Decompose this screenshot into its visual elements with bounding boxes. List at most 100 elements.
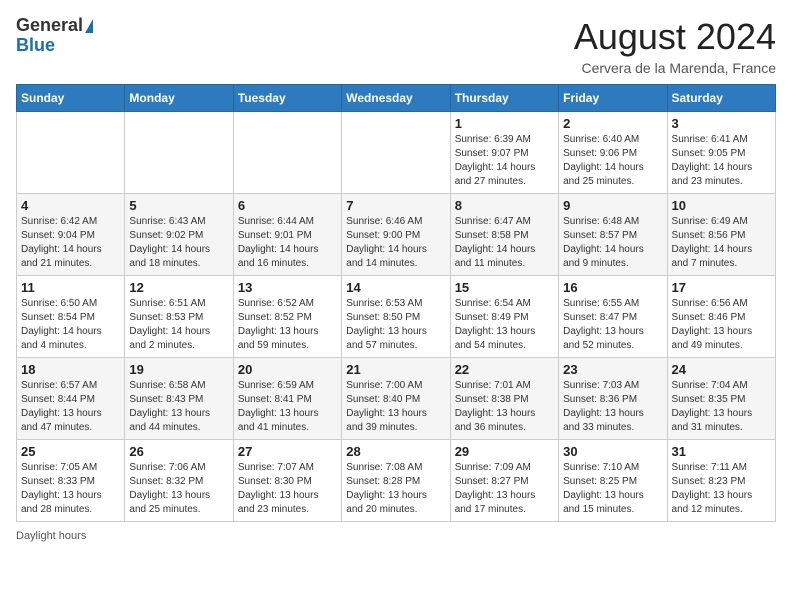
day-number: 6 (238, 198, 337, 213)
day-detail: Sunrise: 6:59 AM Sunset: 8:41 PM Dayligh… (238, 379, 337, 435)
day-number: 10 (672, 198, 771, 213)
day-number: 30 (563, 444, 662, 459)
calendar-cell: 20 Sunrise: 6:59 AM Sunset: 8:41 PM Dayl… (233, 358, 341, 440)
day-detail: Sunrise: 6:50 AM Sunset: 8:54 PM Dayligh… (21, 297, 120, 353)
daylight-label: Daylight hours (16, 530, 86, 542)
calendar-cell: 5 Sunrise: 6:43 AM Sunset: 9:02 PM Dayli… (125, 194, 233, 276)
calendar-cell: 29 Sunrise: 7:09 AM Sunset: 8:27 PM Dayl… (450, 440, 558, 522)
calendar-cell: 3 Sunrise: 6:41 AM Sunset: 9:05 PM Dayli… (667, 112, 775, 194)
week-row-3: 11 Sunrise: 6:50 AM Sunset: 8:54 PM Dayl… (17, 276, 776, 358)
weekday-header-thursday: Thursday (450, 85, 558, 112)
day-detail: Sunrise: 7:08 AM Sunset: 8:28 PM Dayligh… (346, 461, 445, 517)
day-number: 21 (346, 362, 445, 377)
day-number: 2 (563, 116, 662, 131)
day-detail: Sunrise: 6:41 AM Sunset: 9:05 PM Dayligh… (672, 133, 771, 189)
day-number: 28 (346, 444, 445, 459)
day-number: 18 (21, 362, 120, 377)
day-detail: Sunrise: 6:40 AM Sunset: 9:06 PM Dayligh… (563, 133, 662, 189)
day-number: 20 (238, 362, 337, 377)
calendar-cell: 21 Sunrise: 7:00 AM Sunset: 8:40 PM Dayl… (342, 358, 450, 440)
calendar-cell: 2 Sunrise: 6:40 AM Sunset: 9:06 PM Dayli… (559, 112, 667, 194)
calendar-cell: 24 Sunrise: 7:04 AM Sunset: 8:35 PM Dayl… (667, 358, 775, 440)
day-number: 26 (129, 444, 228, 459)
calendar-cell: 8 Sunrise: 6:47 AM Sunset: 8:58 PM Dayli… (450, 194, 558, 276)
location-title: Cervera de la Marenda, France (574, 60, 776, 76)
day-number: 24 (672, 362, 771, 377)
day-number: 13 (238, 280, 337, 295)
calendar-cell: 15 Sunrise: 6:54 AM Sunset: 8:49 PM Dayl… (450, 276, 558, 358)
day-detail: Sunrise: 7:00 AM Sunset: 8:40 PM Dayligh… (346, 379, 445, 435)
day-number: 16 (563, 280, 662, 295)
day-number: 22 (455, 362, 554, 377)
weekday-header-friday: Friday (559, 85, 667, 112)
day-detail: Sunrise: 6:42 AM Sunset: 9:04 PM Dayligh… (21, 215, 120, 271)
day-number: 11 (21, 280, 120, 295)
weekday-header-row: SundayMondayTuesdayWednesdayThursdayFrid… (17, 85, 776, 112)
day-detail: Sunrise: 7:03 AM Sunset: 8:36 PM Dayligh… (563, 379, 662, 435)
calendar-cell (17, 112, 125, 194)
calendar-cell: 23 Sunrise: 7:03 AM Sunset: 8:36 PM Dayl… (559, 358, 667, 440)
calendar-table: SundayMondayTuesdayWednesdayThursdayFrid… (16, 84, 776, 522)
day-detail: Sunrise: 7:07 AM Sunset: 8:30 PM Dayligh… (238, 461, 337, 517)
day-detail: Sunrise: 7:04 AM Sunset: 8:35 PM Dayligh… (672, 379, 771, 435)
day-number: 19 (129, 362, 228, 377)
day-detail: Sunrise: 7:11 AM Sunset: 8:23 PM Dayligh… (672, 461, 771, 517)
header: General Blue August 2024 Cervera de la M… (16, 16, 776, 76)
day-detail: Sunrise: 7:01 AM Sunset: 8:38 PM Dayligh… (455, 379, 554, 435)
day-number: 29 (455, 444, 554, 459)
logo-triangle-icon (85, 19, 93, 33)
calendar-cell: 17 Sunrise: 6:56 AM Sunset: 8:46 PM Dayl… (667, 276, 775, 358)
weekday-header-monday: Monday (125, 85, 233, 112)
day-detail: Sunrise: 6:44 AM Sunset: 9:01 PM Dayligh… (238, 215, 337, 271)
day-detail: Sunrise: 6:54 AM Sunset: 8:49 PM Dayligh… (455, 297, 554, 353)
logo: General Blue (16, 16, 93, 56)
day-detail: Sunrise: 6:55 AM Sunset: 8:47 PM Dayligh… (563, 297, 662, 353)
day-number: 27 (238, 444, 337, 459)
day-number: 23 (563, 362, 662, 377)
day-number: 7 (346, 198, 445, 213)
day-number: 14 (346, 280, 445, 295)
day-number: 1 (455, 116, 554, 131)
day-detail: Sunrise: 6:58 AM Sunset: 8:43 PM Dayligh… (129, 379, 228, 435)
calendar-cell: 10 Sunrise: 6:49 AM Sunset: 8:56 PM Dayl… (667, 194, 775, 276)
day-detail: Sunrise: 6:43 AM Sunset: 9:02 PM Dayligh… (129, 215, 228, 271)
calendar-cell: 9 Sunrise: 6:48 AM Sunset: 8:57 PM Dayli… (559, 194, 667, 276)
weekday-header-sunday: Sunday (17, 85, 125, 112)
calendar-cell: 19 Sunrise: 6:58 AM Sunset: 8:43 PM Dayl… (125, 358, 233, 440)
calendar-body: 1 Sunrise: 6:39 AM Sunset: 9:07 PM Dayli… (17, 112, 776, 522)
weekday-header-saturday: Saturday (667, 85, 775, 112)
day-number: 4 (21, 198, 120, 213)
day-detail: Sunrise: 6:39 AM Sunset: 9:07 PM Dayligh… (455, 133, 554, 189)
title-area: August 2024 Cervera de la Marenda, Franc… (574, 16, 776, 76)
calendar-cell (125, 112, 233, 194)
week-row-4: 18 Sunrise: 6:57 AM Sunset: 8:44 PM Dayl… (17, 358, 776, 440)
calendar-cell: 25 Sunrise: 7:05 AM Sunset: 8:33 PM Dayl… (17, 440, 125, 522)
calendar-cell: 11 Sunrise: 6:50 AM Sunset: 8:54 PM Dayl… (17, 276, 125, 358)
day-detail: Sunrise: 6:52 AM Sunset: 8:52 PM Dayligh… (238, 297, 337, 353)
day-detail: Sunrise: 6:53 AM Sunset: 8:50 PM Dayligh… (346, 297, 445, 353)
calendar-header: SundayMondayTuesdayWednesdayThursdayFrid… (17, 85, 776, 112)
week-row-2: 4 Sunrise: 6:42 AM Sunset: 9:04 PM Dayli… (17, 194, 776, 276)
calendar-cell: 26 Sunrise: 7:06 AM Sunset: 8:32 PM Dayl… (125, 440, 233, 522)
calendar-cell: 7 Sunrise: 6:46 AM Sunset: 9:00 PM Dayli… (342, 194, 450, 276)
day-detail: Sunrise: 6:51 AM Sunset: 8:53 PM Dayligh… (129, 297, 228, 353)
calendar-cell: 4 Sunrise: 6:42 AM Sunset: 9:04 PM Dayli… (17, 194, 125, 276)
day-number: 31 (672, 444, 771, 459)
calendar-cell: 12 Sunrise: 6:51 AM Sunset: 8:53 PM Dayl… (125, 276, 233, 358)
footer: Daylight hours (16, 530, 776, 542)
weekday-header-wednesday: Wednesday (342, 85, 450, 112)
calendar-cell: 16 Sunrise: 6:55 AM Sunset: 8:47 PM Dayl… (559, 276, 667, 358)
day-detail: Sunrise: 6:56 AM Sunset: 8:46 PM Dayligh… (672, 297, 771, 353)
calendar-cell: 13 Sunrise: 6:52 AM Sunset: 8:52 PM Dayl… (233, 276, 341, 358)
calendar-cell: 18 Sunrise: 6:57 AM Sunset: 8:44 PM Dayl… (17, 358, 125, 440)
day-detail: Sunrise: 7:10 AM Sunset: 8:25 PM Dayligh… (563, 461, 662, 517)
day-detail: Sunrise: 6:57 AM Sunset: 8:44 PM Dayligh… (21, 379, 120, 435)
logo-general-text: General (16, 16, 83, 36)
day-number: 25 (21, 444, 120, 459)
calendar-cell (233, 112, 341, 194)
day-number: 8 (455, 198, 554, 213)
calendar-cell: 31 Sunrise: 7:11 AM Sunset: 8:23 PM Dayl… (667, 440, 775, 522)
day-number: 17 (672, 280, 771, 295)
logo-blue-text: Blue (16, 36, 93, 56)
day-number: 15 (455, 280, 554, 295)
